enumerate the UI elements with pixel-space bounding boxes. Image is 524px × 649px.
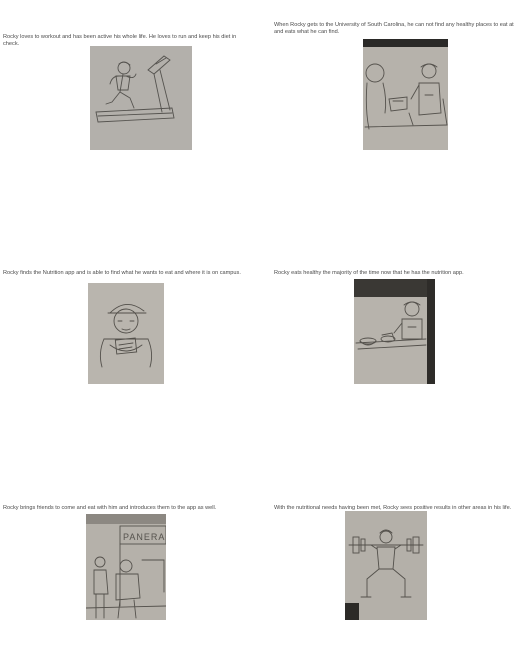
panel-4-caption: Rocky eats healthy the majority of the t…: [274, 270, 464, 276]
panel-3-sketch-phone-app: [88, 283, 164, 384]
panel-4-sketch-eating-healthy: [354, 279, 435, 384]
panel-6-sketch-squatting-barbell: [345, 511, 427, 620]
panera-sign-text: PANERA: [123, 532, 165, 542]
panel-2-sketch-food-court: [363, 39, 448, 150]
panel-5-sketch-friends-at-panera: PANERA: [86, 514, 166, 620]
panel-5-caption: Rocky brings friends to come and eat wit…: [3, 505, 217, 511]
panel-2-caption: When Rocky gets to the University of Sou…: [274, 22, 514, 36]
panel-1-sketch-treadmill-runner: [90, 46, 192, 150]
panel-3-caption: Rocky finds the Nutrition app and is abl…: [3, 270, 241, 276]
